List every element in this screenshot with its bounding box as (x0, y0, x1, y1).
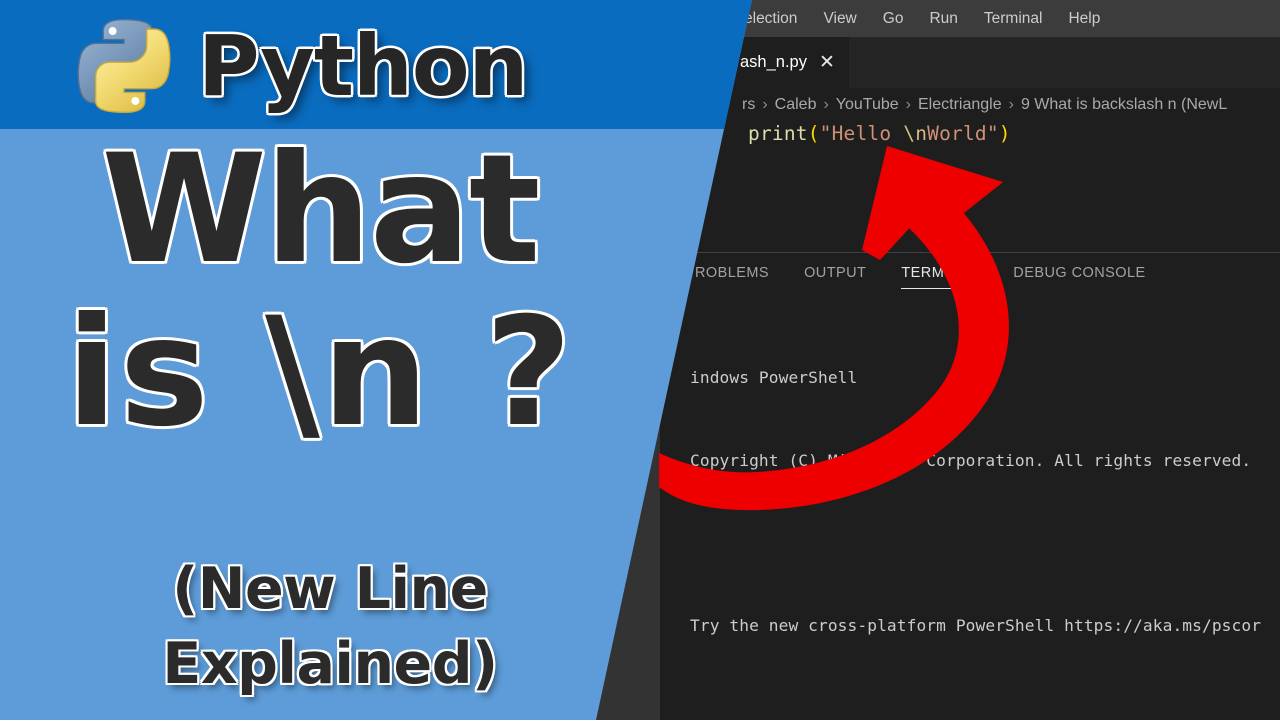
panel-tab-debug-console[interactable]: DEBUG CONSOLE (1013, 265, 1145, 289)
menu-item-terminal[interactable]: Terminal (984, 0, 1043, 37)
menu-item-view[interactable]: View (823, 0, 856, 37)
editor-tab-label: ash_n.py (740, 53, 807, 71)
thumbnail-title: What is \n ? (0, 135, 640, 453)
title-line-2: is \n ? (66, 286, 574, 460)
brand-row: Python (72, 12, 528, 120)
title-line-1: What (101, 123, 540, 297)
chevron-right-icon: › (905, 95, 911, 113)
code-editor[interactable]: print("Hello \nWorld") (660, 121, 1280, 252)
terminal-line: Try the new cross-platform PowerShell ht… (690, 615, 1262, 635)
code-token-print: print (748, 122, 808, 145)
menu-item-go[interactable]: Go (883, 0, 904, 37)
subtitle-line-2: Explained) (162, 631, 498, 698)
chevron-right-icon: › (1008, 95, 1014, 113)
breadcrumb: rs › Caleb › YouTube › Electriangle › 9 … (660, 88, 1280, 121)
code-token-open-paren: ( (807, 122, 820, 145)
code-token-string-start: "Hello (819, 122, 904, 145)
bottom-panel: ROBLEMS OUTPUT TERMINAL DEBUG CONSOLE in… (660, 253, 1280, 720)
menu-item-run[interactable]: Run (929, 0, 957, 37)
code-token-close-paren: ) (998, 122, 1011, 145)
close-icon[interactable]: ✕ (819, 53, 835, 72)
python-logo-icon (72, 14, 176, 118)
breadcrumb-item-caleb[interactable]: Caleb (775, 96, 817, 114)
terminal-line: Copyright (C) Microsoft Corporation. All… (690, 450, 1252, 470)
panel-tab-terminal[interactable]: TERMINAL (901, 265, 979, 289)
code-token-escape-newline: \n (903, 122, 928, 145)
panel-tab-problems[interactable]: ROBLEMS (695, 265, 769, 289)
python-wordmark: Python (198, 17, 528, 115)
breadcrumb-item-electriangle[interactable]: Electriangle (918, 96, 1002, 114)
terminal-line: indows PowerShell (690, 368, 858, 387)
breadcrumb-item-folder[interactable]: 9 What is backslash n (NewL (1021, 96, 1227, 114)
screenshot-stage: election View Go Run Terminal Help ash_n… (0, 0, 1280, 720)
breadcrumb-item-users[interactable]: rs (742, 96, 755, 114)
terminal-output[interactable]: indows PowerShell Copyright (C) Microsof… (690, 309, 1280, 720)
code-token-string-end: World" (927, 122, 999, 145)
menu-item-help[interactable]: Help (1068, 0, 1100, 37)
panel-tab-output[interactable]: OUTPUT (804, 265, 866, 289)
thumbnail-subtitle: (New Line Explained) (0, 552, 660, 702)
code-line-1: print("Hello \nWorld") (748, 122, 1011, 145)
menu-item-selection[interactable]: election (744, 0, 797, 37)
editor-tab-bar: ash_n.py ✕ (660, 37, 1280, 88)
chevron-right-icon: › (762, 95, 768, 113)
panel-tab-list: ROBLEMS OUTPUT TERMINAL DEBUG CONSOLE (695, 265, 1181, 289)
subtitle-line-1: (New Line (172, 556, 488, 622)
chevron-right-icon: › (823, 95, 829, 113)
breadcrumb-item-youtube[interactable]: YouTube (836, 96, 899, 114)
